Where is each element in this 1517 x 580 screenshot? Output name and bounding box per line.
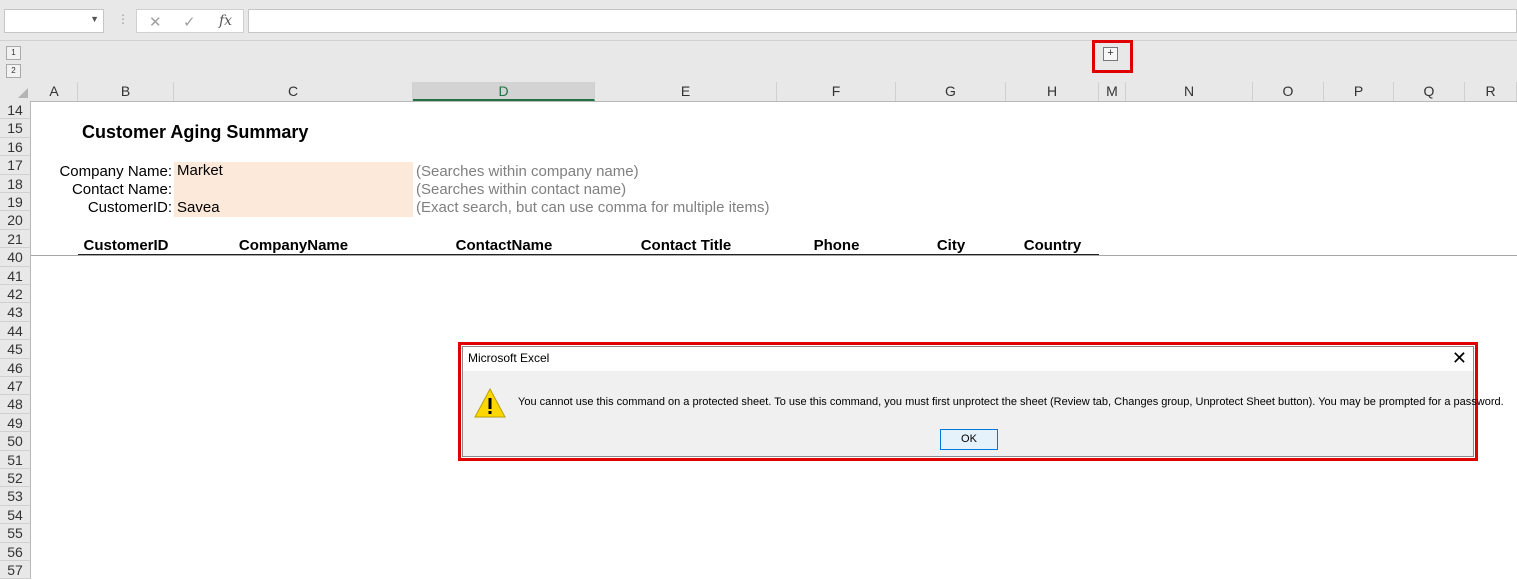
table-header-city: City xyxy=(936,237,966,254)
row-header-55[interactable]: 55 xyxy=(0,524,31,543)
row-header-57[interactable]: 57 xyxy=(0,561,31,580)
contact-name-label: Contact Name: xyxy=(71,181,172,198)
column-header-c[interactable]: C xyxy=(174,82,413,101)
enter-icon[interactable]: ✓ xyxy=(183,13,196,31)
column-header-h[interactable]: H xyxy=(1006,82,1099,101)
column-header-d[interactable]: D xyxy=(413,82,595,101)
customer-id-hint: (Exact search, but can use comma for mul… xyxy=(416,199,770,216)
table-header-customerid: CustomerID xyxy=(83,237,169,254)
outline-level-1-button[interactable]: 1 xyxy=(6,46,21,60)
grouped-rows-divider xyxy=(31,255,1517,256)
table-header-country: Country xyxy=(1023,237,1082,254)
cancel-icon[interactable]: ✕ xyxy=(149,13,162,31)
error-dialog: Microsoft Excel ✕ You cannot use this co… xyxy=(462,346,1504,457)
row-header-56[interactable]: 56 xyxy=(0,542,31,561)
table-header-contactname: ContactName xyxy=(455,237,553,254)
company-name-input[interactable]: Market xyxy=(174,162,413,181)
row-header-52[interactable]: 52 xyxy=(0,469,31,488)
fx-icon[interactable]: fx xyxy=(219,13,232,29)
dialog-message: You cannot use this command on a protect… xyxy=(518,396,1504,408)
row-header-17[interactable]: 17 xyxy=(0,156,31,175)
column-header-e[interactable]: E xyxy=(595,82,777,101)
formula-bar: ▼ ⋮ ✕ ✓ fx xyxy=(0,0,1517,41)
row-header-45[interactable]: 45 xyxy=(0,340,31,359)
company-name-hint: (Searches within company name) xyxy=(416,163,639,180)
close-icon[interactable]: ✕ xyxy=(1452,348,1467,369)
company-name-label: Company Name: xyxy=(59,163,172,180)
row-header-16[interactable]: 16 xyxy=(0,137,31,157)
ok-button[interactable]: OK xyxy=(940,429,998,450)
table-header-phone: Phone xyxy=(813,237,860,254)
row-header-48[interactable]: 48 xyxy=(0,395,31,414)
formula-bar-grip-icon: ⋮ xyxy=(117,12,129,26)
row-header-43[interactable]: 43 xyxy=(0,303,31,322)
table-header-companyname: CompanyName xyxy=(238,237,349,254)
formula-buttons: ✕ ✓ fx xyxy=(136,9,244,33)
dialog-titlebar[interactable]: Microsoft Excel ✕ xyxy=(463,347,1473,371)
column-header-b[interactable]: B xyxy=(78,82,174,101)
outline-level-2-button[interactable]: 2 xyxy=(6,64,21,78)
row-header-42[interactable]: 42 xyxy=(0,285,31,304)
column-header-a[interactable]: A xyxy=(31,82,78,101)
row-header-20[interactable]: 20 xyxy=(0,211,31,230)
row-header-47[interactable]: 47 xyxy=(0,377,31,396)
row-header-41[interactable]: 41 xyxy=(0,266,31,285)
row-header-18[interactable]: 18 xyxy=(0,174,31,193)
formula-input[interactable] xyxy=(248,9,1517,33)
warning-icon xyxy=(474,387,506,418)
row-header-51[interactable]: 51 xyxy=(0,450,31,469)
column-header-f[interactable]: F xyxy=(777,82,896,101)
select-all-corner[interactable] xyxy=(0,82,31,101)
sheet-title: Customer Aging Summary xyxy=(82,122,309,142)
customer-id-label: CustomerID: xyxy=(87,199,172,216)
expand-button-highlight xyxy=(1092,40,1133,73)
contact-name-input[interactable] xyxy=(174,181,413,199)
column-header-r[interactable]: R xyxy=(1465,82,1517,101)
row-header-19[interactable]: 19 xyxy=(0,193,31,212)
row-header-49[interactable]: 49 xyxy=(0,413,31,433)
dropdown-arrow-icon[interactable]: ▼ xyxy=(90,14,99,24)
name-box[interactable]: ▼ xyxy=(4,9,104,33)
column-header-n[interactable]: N xyxy=(1126,82,1253,101)
outline-area: 1 2 + xyxy=(0,41,1517,82)
row-header-40[interactable]: 40 xyxy=(0,248,31,267)
column-header-q[interactable]: Q xyxy=(1394,82,1465,101)
row-header-14[interactable]: 14 xyxy=(0,101,31,120)
dialog-title: Microsoft Excel xyxy=(468,351,550,365)
column-header-p[interactable]: P xyxy=(1324,82,1394,101)
column-header-g[interactable]: G xyxy=(896,82,1006,101)
row-header-53[interactable]: 53 xyxy=(0,487,31,506)
row-header-50[interactable]: 50 xyxy=(0,432,31,451)
table-header-contact-title: Contact Title xyxy=(640,237,732,254)
row-header-54[interactable]: 54 xyxy=(0,505,31,525)
row-header-44[interactable]: 44 xyxy=(0,321,31,341)
row-header-21[interactable]: 21 xyxy=(0,229,31,249)
row-header-15[interactable]: 15 xyxy=(0,119,31,138)
column-header-m[interactable]: M xyxy=(1099,82,1126,101)
contact-name-hint: (Searches within contact name) xyxy=(416,181,627,198)
column-headers: A B C D E F G H M N O P Q R xyxy=(0,82,1517,102)
column-header-o[interactable]: O xyxy=(1253,82,1324,101)
customer-id-input[interactable]: Savea xyxy=(174,199,413,217)
row-header-46[interactable]: 46 xyxy=(0,358,31,377)
